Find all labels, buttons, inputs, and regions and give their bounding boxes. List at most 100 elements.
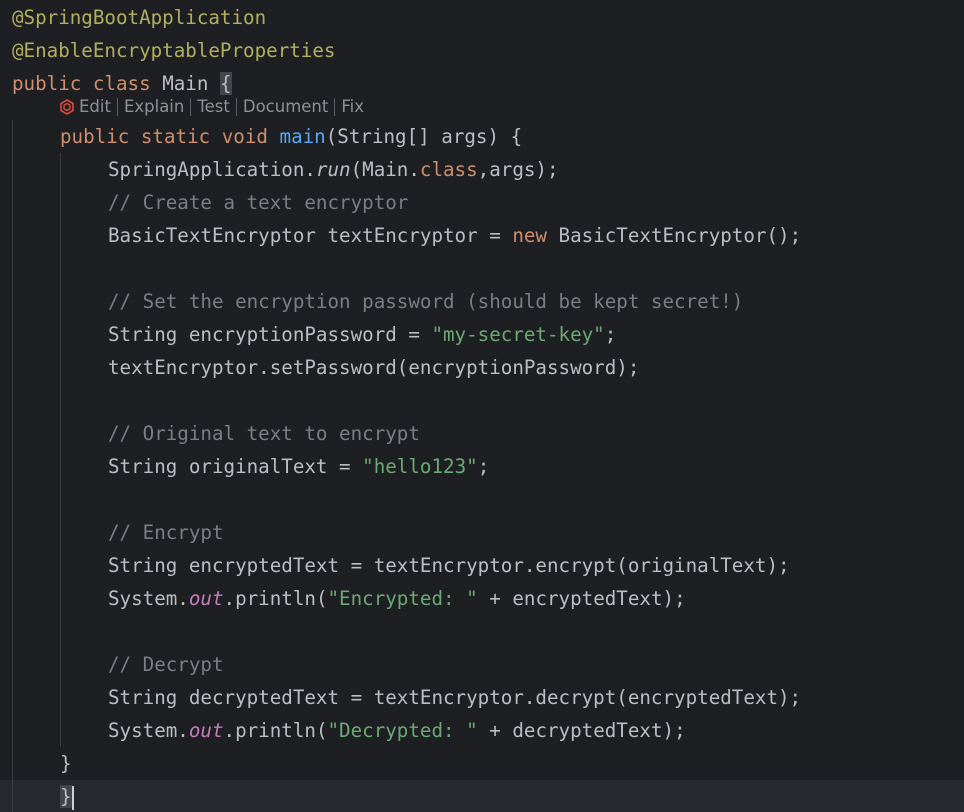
code-line-24[interactable]: } (0, 780, 964, 812)
code-line-19[interactable] (0, 615, 964, 648)
run-method: run (315, 158, 351, 181)
indent-guide (12, 648, 13, 681)
indent-guide (12, 318, 13, 351)
comment-decrypt: // Decrypt (108, 653, 224, 676)
keyword-new: new (512, 224, 547, 247)
codevision-separator (235, 98, 237, 116)
indent-guide (60, 351, 61, 384)
indent-guide (12, 186, 13, 219)
run-args-start: (Main. (350, 158, 420, 181)
codevision-test-link[interactable]: Test (197, 94, 230, 120)
original-string-literal: "hello123" (362, 455, 478, 478)
code-line-23[interactable]: } (0, 747, 964, 780)
indent-guide (60, 186, 61, 219)
original-decl-end: ; (477, 455, 490, 478)
code-line-17[interactable]: String encryptedText = textEncryptor.enc… (0, 549, 964, 582)
code-line-2[interactable]: @EnableEncryptableProperties (0, 34, 964, 67)
indent-guide (12, 285, 13, 318)
keyword-static: static (140, 125, 211, 148)
indent-guide (60, 615, 61, 648)
comment-original-text: // Original text to encrypt (108, 422, 420, 445)
indent-guide (60, 153, 61, 186)
class-name: Main (162, 72, 209, 95)
indent-guide (60, 450, 61, 483)
indent-guide (12, 483, 13, 516)
indent-guide (12, 780, 13, 812)
indent-guide (12, 516, 13, 549)
indent-guide (60, 681, 61, 714)
annotation-springbootapplication: @SpringBootApplication (12, 6, 267, 29)
print-decrypted: System.out.println("Decrypted: " + decry… (108, 714, 686, 747)
main-params: (String[] args) { (325, 125, 523, 148)
code-line-21[interactable]: String decryptedText = textEncryptor.dec… (0, 681, 964, 714)
code-line-16[interactable]: // Encrypt (0, 516, 964, 549)
class-close-line: } (60, 780, 74, 812)
indent-guide (12, 120, 13, 153)
password-decl-end: ; (604, 323, 617, 346)
code-line-20[interactable]: // Decrypt (0, 648, 964, 681)
ai-code-vision-actions: Edit Explain Test Document Fix (59, 94, 364, 120)
code-line-11[interactable]: textEncryptor.setPassword(encryptionPass… (0, 351, 964, 384)
comment-create-encryptor: // Create a text encryptor (108, 191, 409, 214)
code-line-14[interactable]: String originalText = "hello123"; (0, 450, 964, 483)
code-line-15[interactable] (0, 483, 964, 516)
print1-method: .println( (223, 587, 328, 610)
password-decl-start: String encryptionPassword = (108, 323, 432, 346)
indent-guide (12, 219, 13, 252)
code-line-12[interactable] (0, 384, 964, 417)
encryptor-declaration: BasicTextEncryptor textEncryptor = new B… (108, 219, 801, 252)
set-password-call: textEncryptor.setPassword(encryptionPass… (108, 356, 640, 379)
codevision-document-link[interactable]: Document (243, 94, 328, 120)
keyword-void: void (221, 125, 268, 148)
ai-assistant-icon (60, 99, 74, 115)
codevision-explain-link[interactable]: Explain (124, 94, 184, 120)
indent-guide (60, 417, 61, 450)
code-line-10[interactable]: String encryptionPassword = "my-secret-k… (0, 318, 964, 351)
method-name-main: main (279, 125, 326, 148)
comment-encrypt: // Encrypt (108, 521, 224, 544)
print2-method: .println( (223, 719, 328, 742)
code-line-18[interactable]: System.out.println("Encrypted: " + encry… (0, 582, 964, 615)
annotation-enableencryptableproperties: @EnableEncryptableProperties (12, 39, 336, 62)
original-decl-start: String originalText = (108, 455, 363, 478)
text-caret (71, 785, 74, 810)
code-line-7[interactable]: BasicTextEncryptor textEncryptor = new B… (0, 219, 964, 252)
run-object: SpringApplication. (108, 158, 316, 181)
indent-guide (12, 252, 13, 285)
indent-guide (60, 318, 61, 351)
password-string-literal: "my-secret-key" (431, 323, 605, 346)
indent-guide (60, 714, 61, 747)
code-editor[interactable]: @SpringBootApplication @EnableEncryptabl… (0, 0, 964, 812)
keyword-public: public (60, 125, 130, 148)
code-line-1[interactable]: @SpringBootApplication (0, 1, 964, 34)
indent-guide (12, 582, 13, 615)
encryptor-decl-end: BasicTextEncryptor(); (546, 224, 802, 247)
indent-guide (60, 252, 61, 285)
decrypt-call: String decryptedText = textEncryptor.dec… (108, 686, 802, 709)
code-line-6[interactable]: // Create a text encryptor (0, 186, 964, 219)
encrypted-string-literal: "Encrypted: " (327, 587, 478, 610)
indent-guide (60, 384, 61, 417)
indent-guide (60, 648, 61, 681)
code-line-22[interactable]: System.out.println("Decrypted: " + decry… (0, 714, 964, 747)
code-line-13[interactable]: // Original text to encrypt (0, 417, 964, 450)
indent-guide (60, 219, 61, 252)
indent-guide (12, 615, 13, 648)
codevision-edit-link[interactable]: Edit (79, 94, 111, 120)
comment-set-password: // Set the encryption password (should b… (108, 290, 744, 313)
code-line-5[interactable]: SpringApplication.run(Main.class,args); (0, 153, 964, 186)
class-close-brace: } (60, 785, 72, 808)
password-declaration: String encryptionPassword = "my-secret-k… (108, 318, 616, 351)
indent-guide (60, 483, 61, 516)
original-text-declaration: String originalText = "hello123"; (108, 450, 489, 483)
main-method-signature: public static void main(String[] args) { (60, 120, 522, 153)
code-line-9[interactable]: // Set the encryption password (should b… (0, 285, 964, 318)
encryptor-decl-start: BasicTextEncryptor textEncryptor = (108, 224, 513, 247)
indent-guide (12, 384, 13, 417)
class-open-brace: { (219, 72, 232, 95)
code-line-8[interactable] (0, 252, 964, 285)
codevision-fix-link[interactable]: Fix (341, 94, 364, 120)
code-line-4[interactable]: public static void main(String[] args) { (0, 120, 964, 153)
print1-object: System. (108, 587, 189, 610)
keyword-public: public (12, 72, 82, 95)
